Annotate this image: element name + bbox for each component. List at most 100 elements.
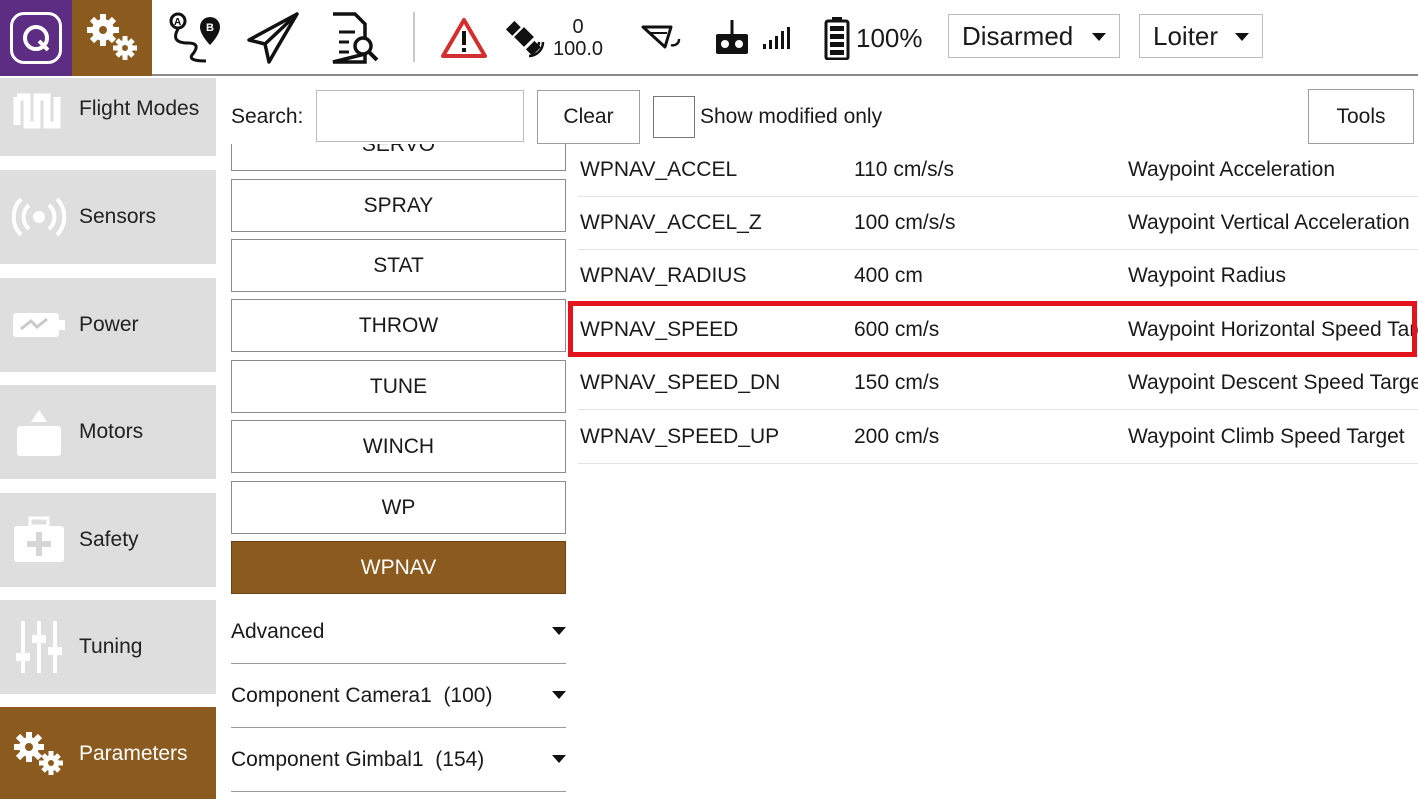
sidebar-item-label: Motors xyxy=(79,420,144,443)
sidebar-item-label: Parameters xyxy=(79,742,188,765)
table-row[interactable]: WPNAV_SPEED_UP 200 cm/s Waypoint Climb S… xyxy=(578,411,1418,464)
app-logo-button[interactable] xyxy=(0,0,72,76)
motors-icon xyxy=(10,402,68,462)
top-toolbar: A B 0 100.0 100% Disarmed Loiter xyxy=(0,0,1418,76)
sidebar-item-label: Tuning xyxy=(79,635,143,658)
group-button-wp[interactable]: WP xyxy=(231,481,566,534)
gears-icon xyxy=(87,14,137,60)
chevron-down-icon xyxy=(552,627,566,635)
warning-icon xyxy=(441,18,487,58)
group-button-servo[interactable]: SERVO xyxy=(231,144,566,171)
search-input[interactable] xyxy=(316,90,524,142)
sidebar-item-motors[interactable]: Motors xyxy=(0,385,216,479)
fly-view-button[interactable] xyxy=(238,0,308,76)
param-name: WPNAV_SPEED xyxy=(580,318,739,341)
sidebar-item-label: Sensors xyxy=(79,205,157,228)
clear-button[interactable]: Clear xyxy=(537,90,640,144)
param-value: 100 cm/s/s xyxy=(854,211,956,234)
rc-rssi-indicator[interactable] xyxy=(712,0,794,76)
route-plan-icon: A B xyxy=(169,12,220,63)
flight-mode-value: Loiter xyxy=(1153,20,1219,51)
param-description: Waypoint Vertical Acceleration xyxy=(1128,211,1410,234)
param-description: Waypoint Acceleration xyxy=(1128,158,1335,181)
tools-button[interactable]: Tools xyxy=(1308,89,1414,144)
sidebar-item-flight-modes[interactable]: Flight Modes xyxy=(0,78,216,156)
group-fold-component-gimbal1[interactable]: Component Gimbal1 (154) xyxy=(231,728,566,792)
sensors-icon xyxy=(10,187,68,247)
group-button-wpnav[interactable]: WPNAV xyxy=(231,541,566,594)
flight-mode-dropdown[interactable]: Loiter xyxy=(1139,14,1263,58)
tuning-icon xyxy=(10,617,68,677)
sidebar-item-power[interactable]: Power xyxy=(0,278,216,372)
group-fold-component-camera1[interactable]: Component Camera1 (100) xyxy=(231,664,566,728)
group-fold-label: Component Gimbal1 (154) xyxy=(231,747,485,771)
chevron-down-icon xyxy=(552,691,566,699)
toolbar-separator xyxy=(413,12,415,62)
svg-text:B: B xyxy=(206,22,214,34)
param-name: WPNAV_SPEED_DN xyxy=(580,371,781,394)
paper-plane-icon xyxy=(247,12,299,64)
param-value: 600 cm/s xyxy=(854,318,940,341)
group-button-tune[interactable]: TUNE xyxy=(231,360,566,413)
chevron-down-icon xyxy=(552,755,566,763)
chevron-down-icon xyxy=(1092,33,1106,41)
param-value: 400 cm xyxy=(854,264,923,287)
group-fold-label: Advanced xyxy=(231,619,325,643)
document-search-icon xyxy=(332,12,379,64)
parameters-icon xyxy=(10,724,68,784)
sidebar-item-sensors[interactable]: Sensors xyxy=(0,170,216,264)
group-button-spray[interactable]: SPRAY xyxy=(231,179,566,232)
param-value: 150 cm/s xyxy=(854,371,940,394)
sidebar-item-label: Flight Modes xyxy=(79,97,200,120)
gps-values: 0 100.0 xyxy=(553,16,603,60)
qgc-logo-icon xyxy=(10,12,62,64)
chevron-down-icon xyxy=(1235,33,1249,41)
sidebar-item-parameters[interactable]: Parameters xyxy=(0,707,216,799)
power-icon xyxy=(10,295,68,355)
vehicle-setup-button[interactable] xyxy=(72,0,152,76)
table-row[interactable]: WPNAV_ACCEL_Z 100 cm/s/s Waypoint Vertic… xyxy=(578,197,1418,250)
telemetry-icon xyxy=(641,25,681,49)
sidebar-item-label: Safety xyxy=(79,528,139,551)
table-row[interactable]: WPNAV_ACCEL 110 cm/s/s Waypoint Accelera… xyxy=(578,144,1418,197)
param-name: WPNAV_ACCEL_Z xyxy=(580,211,762,234)
param-name: WPNAV_ACCEL xyxy=(580,158,738,181)
arm-state-dropdown[interactable]: Disarmed xyxy=(948,14,1120,58)
param-value: 200 cm/s xyxy=(854,425,940,448)
param-name: WPNAV_SPEED_UP xyxy=(580,425,780,448)
table-row[interactable]: WPNAV_SPEED_DN 150 cm/s Waypoint Descent… xyxy=(578,357,1418,410)
param-name: WPNAV_RADIUS xyxy=(580,264,747,287)
group-button-stat[interactable]: STAT xyxy=(231,239,566,292)
battery-indicator[interactable]: 100% xyxy=(824,0,934,76)
signal-strength-icon xyxy=(763,27,790,49)
search-label: Search: xyxy=(231,105,304,128)
battery-percent: 100% xyxy=(856,22,923,53)
sidebar-item-safety[interactable]: Safety xyxy=(0,493,216,587)
parameter-groups: SERVO SPRAY STAT THROW TUNE WINCH WP WPN… xyxy=(222,144,574,799)
param-description: Waypoint Climb Speed Target xyxy=(1128,425,1405,448)
parameter-table: WPNAV_ACCEL 110 cm/s/s Waypoint Accelera… xyxy=(578,144,1418,474)
table-row[interactable]: WPNAV_RADIUS 400 cm Waypoint Radius xyxy=(578,250,1418,303)
analyze-view-button[interactable] xyxy=(318,0,388,76)
setup-sidebar: Flight Modes Sensors Power Motors Safety… xyxy=(0,78,222,799)
param-description: Waypoint Radius xyxy=(1128,264,1286,287)
group-button-winch[interactable]: WINCH xyxy=(231,420,566,473)
group-fold-label: Component Camera1 (100) xyxy=(231,683,493,707)
svg-text:A: A xyxy=(174,17,181,28)
rc-transmitter-icon xyxy=(716,20,748,54)
gps-indicator[interactable]: 0 100.0 xyxy=(503,0,613,76)
arm-state-value: Disarmed xyxy=(962,20,1074,51)
gps-satellite-count: 0 xyxy=(572,16,584,38)
table-row[interactable]: WPNAV_SPEED 600 cm/s Waypoint Horizontal… xyxy=(578,304,1418,357)
group-button-throw[interactable]: THROW xyxy=(231,299,566,352)
sidebar-item-tuning[interactable]: Tuning xyxy=(0,600,216,694)
param-description: Waypoint Descent Speed Target xyxy=(1128,371,1418,394)
show-modified-checkbox[interactable] xyxy=(653,96,695,138)
sidebar-item-label: Power xyxy=(79,313,139,336)
messages-button[interactable] xyxy=(438,0,490,76)
param-description: Waypoint Horizontal Speed Target xyxy=(1128,318,1418,341)
telemetry-indicator[interactable] xyxy=(638,0,688,76)
group-fold-advanced[interactable]: Advanced xyxy=(231,600,566,664)
battery-icon xyxy=(824,17,850,60)
plan-view-button[interactable]: A B xyxy=(160,0,230,76)
